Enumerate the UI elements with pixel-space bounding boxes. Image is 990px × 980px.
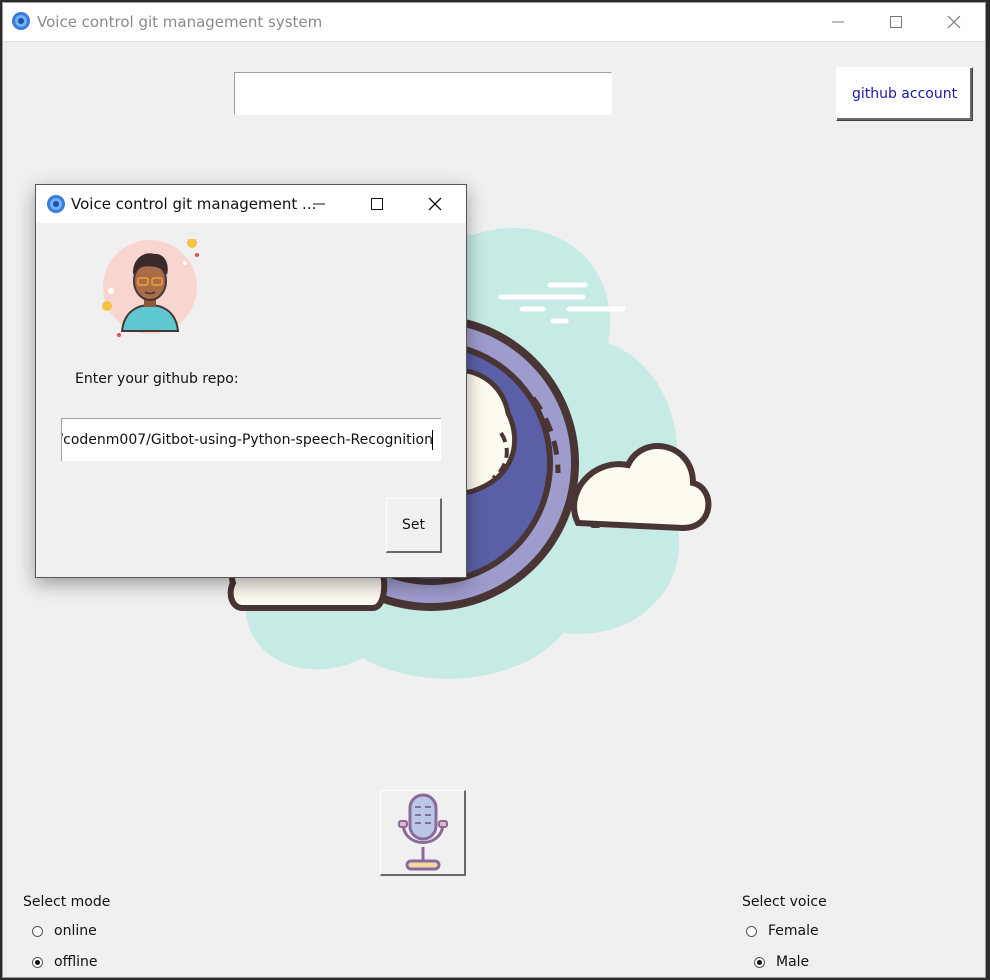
dialog-maximize-button[interactable] — [348, 185, 406, 223]
close-icon — [947, 15, 961, 29]
app-icon — [12, 12, 30, 30]
close-icon — [428, 197, 442, 211]
mode-option-online[interactable]: online — [32, 923, 97, 939]
microphone-button[interactable] — [380, 790, 466, 876]
repo-input-value: /codenm007/Gitbot-using-Python-speech-Re… — [61, 432, 433, 448]
command-input[interactable] — [234, 72, 612, 115]
voice-option-male[interactable]: Male — [754, 954, 809, 970]
male-radio[interactable] — [754, 956, 765, 968]
minimize-icon — [313, 203, 325, 205]
github-account-button[interactable]: github account — [836, 67, 973, 121]
online-radio[interactable] — [32, 925, 43, 937]
maximize-icon — [890, 16, 902, 28]
close-button[interactable] — [925, 3, 983, 41]
select-mode-label: Select mode — [23, 894, 111, 910]
select-voice-label: Select voice — [742, 894, 827, 910]
minimize-button[interactable] — [809, 3, 867, 41]
dialog-titlebar: Voice control git management ... — [36, 185, 466, 223]
minimize-icon — [832, 21, 844, 23]
set-button[interactable]: Set — [386, 498, 442, 553]
text-caret — [432, 430, 433, 450]
female-label: Female — [768, 923, 819, 939]
maximize-button[interactable] — [867, 3, 925, 41]
online-label: online — [54, 923, 97, 939]
voice-option-female[interactable]: Female — [746, 923, 819, 939]
repo-dialog: Voice control git management ... Enter y… — [35, 184, 467, 578]
avatar-icon — [102, 239, 199, 337]
mode-option-offline[interactable]: offline — [32, 954, 97, 970]
dialog-minimize-button[interactable] — [290, 185, 348, 223]
dialog-title: Voice control git management ... — [71, 195, 317, 213]
offline-radio[interactable] — [32, 956, 43, 968]
window-title: Voice control git management system — [37, 13, 323, 31]
dialog-close-button[interactable] — [406, 185, 464, 223]
male-label: Male — [776, 954, 810, 970]
main-titlebar: Voice control git management system — [3, 3, 985, 42]
repo-input[interactable]: /codenm007/Gitbot-using-Python-speech-Re… — [61, 418, 441, 461]
maximize-icon — [371, 198, 383, 210]
app-icon — [47, 195, 65, 213]
repo-prompt-label: Enter your github repo: — [75, 371, 239, 387]
microphone-icon — [397, 793, 448, 870]
female-radio[interactable] — [746, 925, 757, 937]
offline-label: offline — [54, 954, 98, 970]
